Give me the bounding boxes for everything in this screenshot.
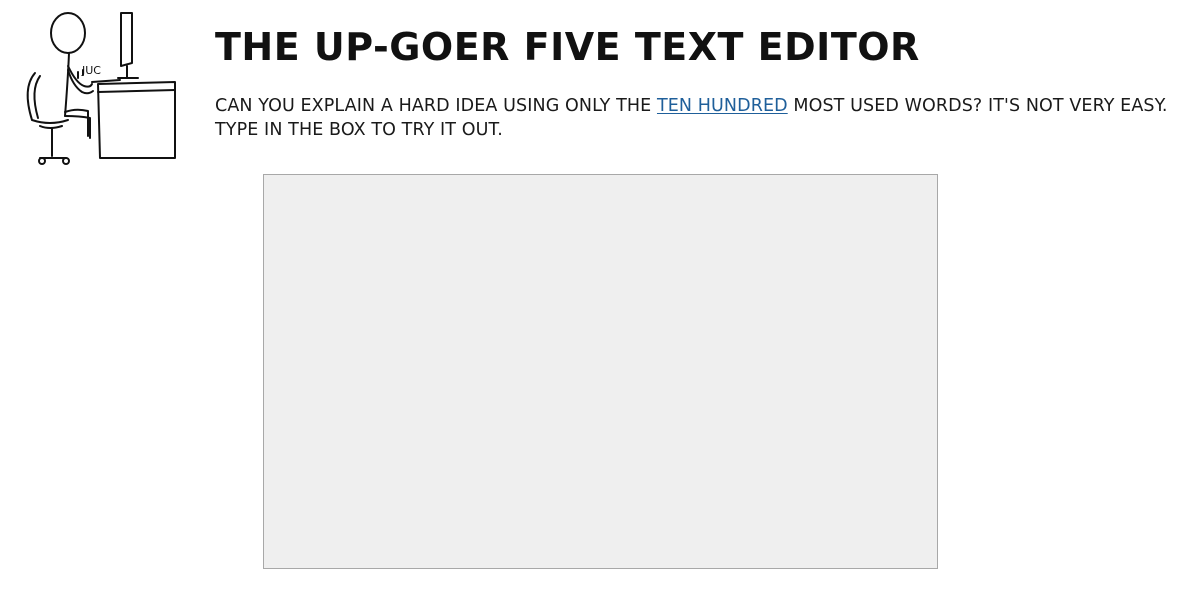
typing-sound-text: JUC bbox=[81, 64, 101, 77]
page-title: THE UP-GOER FIVE TEXT EDITOR bbox=[215, 25, 920, 69]
page-header: THE UP-GOER FIVE TEXT EDITOR CAN YOU EXP… bbox=[215, 22, 1190, 142]
stick-figure-at-desk-icon: JUC bbox=[26, 12, 176, 165]
text-editor-input[interactable] bbox=[263, 174, 938, 569]
intro-text: CAN YOU EXPLAIN A HARD IDEA USING ONLY T… bbox=[215, 94, 1190, 142]
ten-hundred-link[interactable]: TEN HUNDRED bbox=[657, 96, 788, 116]
intro-text-before-link: CAN YOU EXPLAIN A HARD IDEA USING ONLY T… bbox=[215, 96, 657, 116]
page: JUC THE UP-GOER FIVE TEXT EDITOR CAN YOU… bbox=[0, 0, 1200, 595]
